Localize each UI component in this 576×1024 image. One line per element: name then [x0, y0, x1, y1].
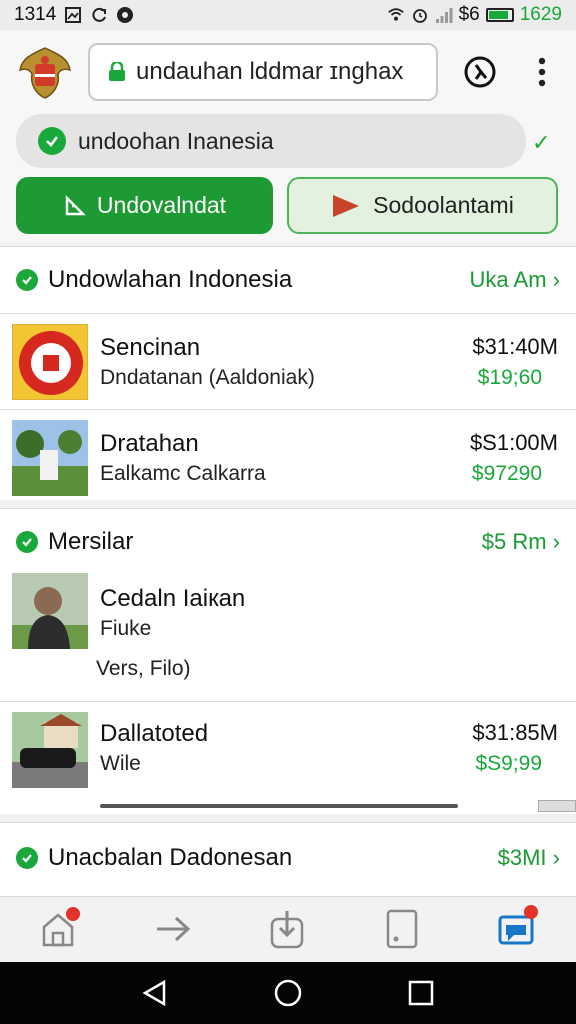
chevron-right-icon: ›: [552, 845, 560, 870]
section-card: Unacbalan Dadonesan $3MI ›: [0, 822, 576, 896]
nav-home[interactable]: [40, 907, 80, 949]
battery-icon: [485, 8, 514, 22]
item-price: $S1:00M: [469, 430, 558, 455]
bottom-navigation: [0, 896, 576, 962]
signal-icon: [435, 8, 453, 23]
section-link[interactable]: Uka Am ›: [470, 267, 560, 293]
wifi-icon: [387, 8, 404, 21]
battery-percent: 1629: [519, 4, 562, 25]
list-item[interactable]: Dallatoted Wile $31:85M $S9;99: [0, 701, 576, 815]
item-subtitle: Dndatanan (Aaldoniak): [100, 366, 315, 389]
tablet-icon: [386, 909, 418, 949]
system-navigation-bar: [0, 962, 576, 1024]
url-text: undauhan lddmar ɪnghax: [136, 58, 404, 85]
play-icon: [333, 194, 360, 217]
app-notification-icon: [117, 7, 134, 23]
item-extra: Vers, Filo): [96, 657, 191, 680]
section-header: Undowlahan Indonesia Uka Am ›: [0, 247, 576, 313]
check-icon: [16, 269, 38, 291]
lock-icon: [109, 62, 125, 81]
search-text: undoohan Inanesia: [78, 127, 274, 154]
section-link[interactable]: $5 Rm ›: [482, 529, 560, 555]
more-options-button[interactable]: [524, 52, 560, 92]
item-title: Dallatoted: [100, 720, 209, 747]
download-button-label: Undovalndat: [96, 192, 227, 218]
item-title: Dratahan: [100, 430, 199, 457]
item-price-secondary: $19;60: [477, 366, 542, 389]
item-price: $31:40M: [472, 334, 558, 359]
list-item[interactable]: Dratahan Ealkamc Calkarra $S1:00M $97290: [0, 409, 576, 501]
alarm-icon: [412, 9, 427, 23]
home-nav-icon[interactable]: [274, 979, 302, 1007]
history-button[interactable]: [462, 52, 498, 92]
item-thumbnail: [12, 420, 88, 496]
notification-badge: [524, 905, 538, 919]
item-thumbnail: [12, 324, 88, 400]
download-icon: [65, 194, 86, 215]
section-title: Undowlahan Indonesia: [48, 266, 293, 293]
nav-forward[interactable]: [154, 909, 194, 949]
play-button[interactable]: Sodoolantami: [287, 177, 558, 234]
item-price-secondary: $S9;99: [475, 752, 542, 775]
section-title: Unacbalan Dadonesan: [48, 844, 293, 871]
back-nav-icon[interactable]: [142, 980, 168, 1006]
history-icon: [464, 56, 496, 88]
download-nav-icon: [270, 911, 304, 949]
item-title: Cedaln Iaiкan: [100, 585, 246, 612]
download-button[interactable]: Undovalndat: [16, 177, 273, 234]
scroll-handle[interactable]: [538, 800, 576, 812]
item-subtitle: Ealkamc Calkarra: [100, 462, 266, 485]
check-icon: [38, 127, 66, 155]
nav-messages[interactable]: [496, 905, 538, 949]
item-subtitle: Fiuke: [100, 617, 152, 640]
list-item[interactable]: Sencinan Dndatanan (Aaldoniak) $31:40M $…: [0, 313, 576, 409]
emblem-icon: [19, 47, 71, 99]
verified-check-icon: ✓: [532, 130, 551, 155]
url-bar[interactable]: undauhan lddmar ɪnghax: [88, 43, 438, 101]
chevron-right-icon: ›: [552, 267, 560, 292]
sync-notification-icon: [92, 7, 107, 22]
notification-badge: [66, 907, 80, 921]
gallery-notification-icon: [65, 7, 82, 23]
clock: 1314: [14, 4, 57, 25]
item-title: Sencinan: [100, 334, 201, 361]
search-bar[interactable]: undoohan Inanesia: [16, 114, 526, 168]
section-card: Undowlahan Indonesia Uka Am › Sencinan D…: [0, 246, 576, 500]
app-header: undauhan lddmar ɪnghax undoohan Inanesia…: [0, 30, 576, 242]
forward-icon: [157, 916, 191, 942]
nav-downloads[interactable]: [268, 909, 308, 949]
check-icon: [16, 847, 38, 869]
list-item[interactable]: Cedaln Iaiкan Fiuke Vers, Filo): [0, 565, 576, 701]
item-price-secondary: $97290: [471, 462, 542, 485]
more-vert-icon: [538, 57, 546, 87]
item-price: $31:85M: [472, 720, 558, 745]
section-title: Mersilar: [48, 528, 134, 555]
item-thumbnail: [12, 712, 88, 788]
carrier-text: $6: [458, 4, 480, 25]
section-link[interactable]: $3MI ›: [498, 845, 560, 871]
status-bar: 1314 $6 1629: [0, 0, 576, 30]
item-subtitle: Wile: [100, 752, 141, 775]
chevron-right-icon: ›: [552, 529, 560, 554]
recents-nav-icon[interactable]: [408, 980, 434, 1006]
section-header: Unacbalan Dadonesan $3MI ›: [0, 823, 576, 893]
item-thumbnail: [12, 573, 88, 649]
nav-tabs[interactable]: [384, 909, 424, 949]
horizontal-scrollbar[interactable]: [100, 804, 458, 808]
play-button-label: Sodoolantami: [373, 192, 514, 218]
check-icon: [16, 531, 38, 553]
section-card: Mersilar $5 Rm › Cedaln Iaiкan Fiuke Ver…: [0, 508, 576, 814]
